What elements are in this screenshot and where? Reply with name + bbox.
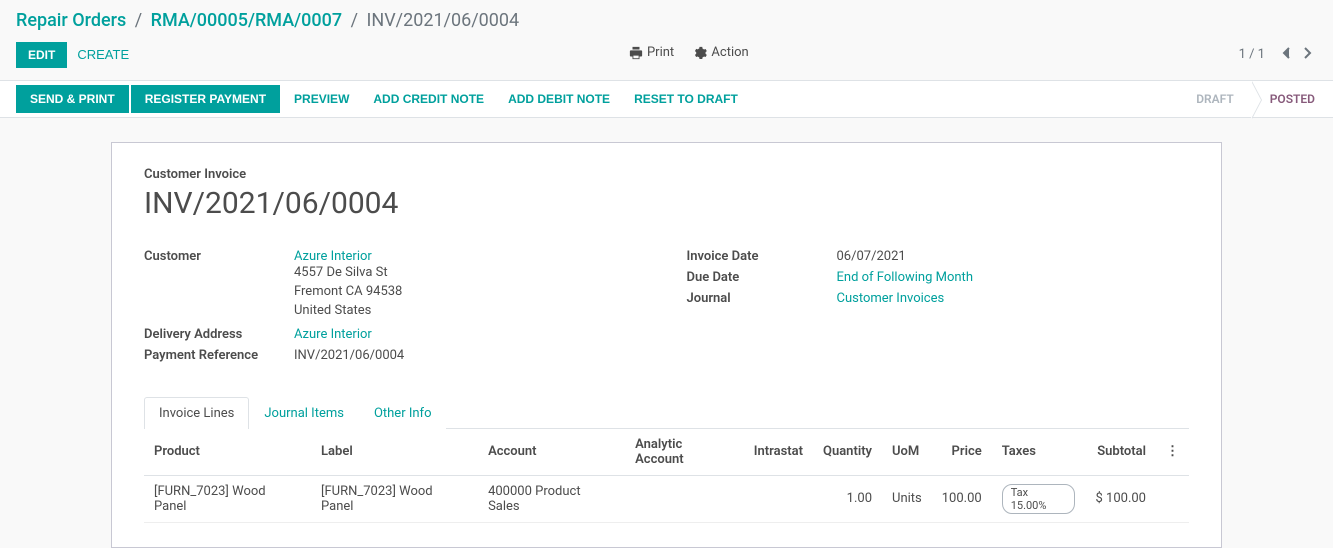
print-button[interactable]: Print: [629, 45, 674, 60]
col-account: Account: [478, 429, 625, 476]
tab-invoice-lines[interactable]: Invoice Lines: [144, 397, 249, 429]
gear-icon: [693, 46, 707, 60]
journal-label: Journal: [687, 291, 837, 306]
cell-uom: Units: [882, 475, 932, 522]
breadcrumb: Repair Orders / RMA/00005/RMA/0007 / INV…: [0, 0, 1333, 37]
add-debit-note-button[interactable]: ADD DEBIT NOTE: [496, 85, 622, 113]
cell-price: 100.00: [932, 475, 992, 522]
pager-next[interactable]: [1297, 43, 1317, 66]
col-quantity: Quantity: [813, 429, 882, 476]
pager-text: 1 / 1: [1239, 47, 1265, 62]
col-price: Price: [932, 429, 992, 476]
col-taxes: Taxes: [992, 429, 1086, 476]
status-posted: POSTED: [1252, 81, 1333, 117]
table-row[interactable]: [FURN_7023] Wood Panel [FURN_7023] Wood …: [144, 475, 1189, 522]
status-draft: DRAFT: [1178, 81, 1252, 117]
register-payment-button[interactable]: REGISTER PAYMENT: [131, 85, 280, 113]
action-button[interactable]: Action: [693, 45, 748, 60]
breadcrumb-sep: /: [351, 10, 358, 31]
col-intrastat: Intrastat: [744, 429, 813, 476]
edit-button[interactable]: EDIT: [16, 42, 67, 68]
customer-addr1: 4557 De Silva St: [294, 264, 647, 283]
print-icon: [629, 46, 643, 60]
invoice-date-label: Invoice Date: [687, 249, 837, 264]
action-label: Action: [711, 45, 748, 60]
reset-to-draft-button[interactable]: RESET TO DRAFT: [622, 85, 750, 113]
cell-intrastat: [744, 475, 813, 522]
cell-taxes: Tax 15.00%: [992, 475, 1086, 522]
chevron-left-icon: [1279, 45, 1295, 61]
add-credit-note-button[interactable]: ADD CREDIT NOTE: [361, 85, 496, 113]
col-analytic: Analytic Account: [625, 429, 744, 476]
col-options[interactable]: ⋮: [1156, 429, 1189, 476]
due-date-value[interactable]: End of Following Month: [837, 270, 973, 285]
breadcrumb-parent[interactable]: RMA/00005/RMA/0007: [151, 10, 342, 31]
invoice-type-label: Customer Invoice: [144, 167, 1189, 182]
invoice-lines-table: Product Label Account Analytic Account I…: [144, 429, 1189, 523]
breadcrumb-root[interactable]: Repair Orders: [16, 10, 126, 31]
chevron-right-icon: [1299, 45, 1315, 61]
invoice-date-value: 06/07/2021: [837, 249, 1190, 264]
breadcrumb-sep: /: [135, 10, 142, 31]
cell-label: [FURN_7023] Wood Panel: [311, 475, 478, 522]
tax-badge: Tax 15.00%: [1002, 484, 1076, 514]
journal-value[interactable]: Customer Invoices: [837, 291, 945, 306]
col-label: Label: [311, 429, 478, 476]
control-panel: EDIT CREATE Print Action 1 / 1: [0, 37, 1333, 80]
cell-quantity: 1.00: [813, 475, 882, 522]
breadcrumb-current: INV/2021/06/0004: [366, 10, 519, 31]
tab-journal-items[interactable]: Journal Items: [249, 397, 359, 429]
cell-product: [FURN_7023] Wood Panel: [144, 475, 311, 522]
delivery-link[interactable]: Azure Interior: [294, 327, 372, 342]
tab-other-info[interactable]: Other Info: [359, 397, 447, 429]
invoice-number: INV/2021/06/0004: [144, 186, 1189, 221]
pager-prev[interactable]: [1277, 43, 1297, 66]
form-sheet: Customer Invoice INV/2021/06/0004 Custom…: [111, 142, 1222, 548]
send-print-button[interactable]: SEND & PRINT: [16, 85, 129, 113]
col-uom: UoM: [882, 429, 932, 476]
print-label: Print: [647, 45, 674, 60]
customer-addr2: Fremont CA 94538: [294, 283, 647, 302]
delivery-label: Delivery Address: [144, 327, 294, 342]
customer-link[interactable]: Azure Interior: [294, 249, 372, 264]
cell-subtotal: $ 100.00: [1085, 475, 1156, 522]
preview-button[interactable]: PREVIEW: [282, 85, 361, 113]
payref-value: INV/2021/06/0004: [294, 348, 647, 363]
due-date-label: Due Date: [687, 270, 837, 285]
cell-account: 400000 Product Sales: [478, 475, 625, 522]
col-product: Product: [144, 429, 311, 476]
payref-label: Payment Reference: [144, 348, 294, 363]
col-subtotal: Subtotal: [1085, 429, 1156, 476]
customer-label: Customer: [144, 249, 294, 264]
create-button[interactable]: CREATE: [67, 41, 139, 68]
status-bar: SEND & PRINT REGISTER PAYMENT PREVIEW AD…: [0, 80, 1333, 118]
cell-analytic: [625, 475, 744, 522]
customer-addr3: United States: [294, 302, 647, 321]
